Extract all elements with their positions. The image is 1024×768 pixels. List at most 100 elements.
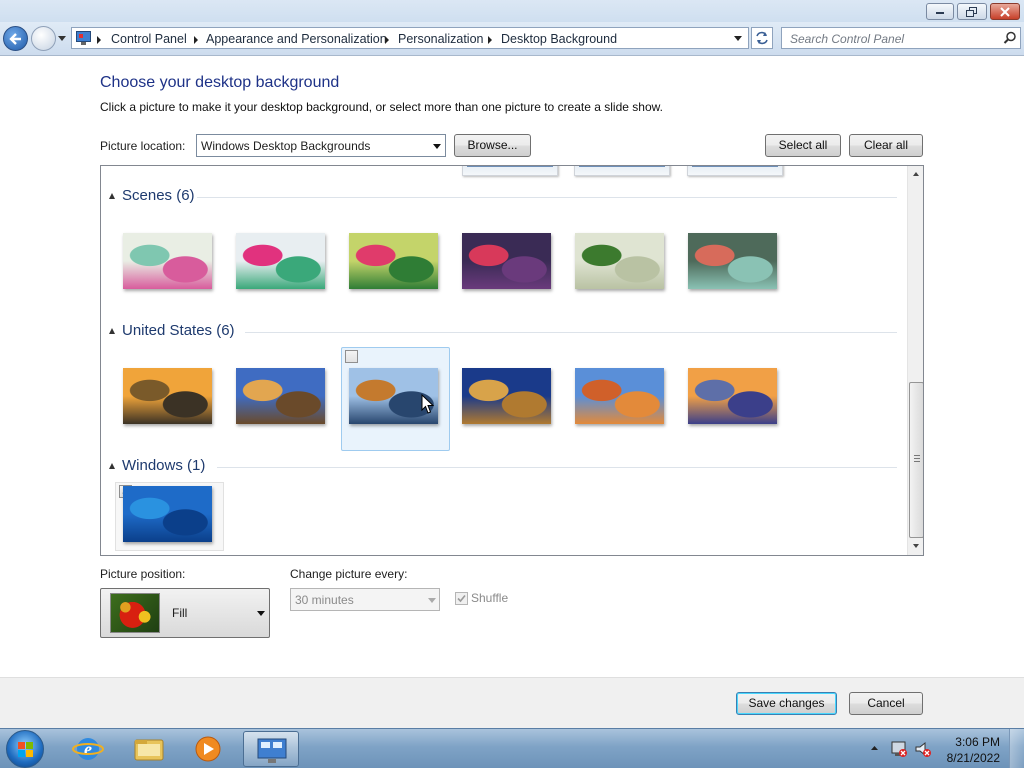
refresh-button[interactable] <box>751 27 773 49</box>
group-divider <box>217 467 897 468</box>
taskbar-media-player[interactable] <box>180 731 236 767</box>
group-title: Scenes (6) <box>122 187 195 204</box>
restore-icon <box>966 7 977 17</box>
taskbar: e 3:06 PM 8/21/2022 <box>0 728 1024 768</box>
windows-explorer-icon <box>134 739 164 761</box>
clock-time[interactable]: 3:06 PM <box>955 734 1000 750</box>
scroll-up-arrow-icon[interactable] <box>913 172 919 176</box>
group-header-united-states[interactable]: United States (6) <box>109 322 899 342</box>
cancel-button[interactable]: Cancel <box>849 692 923 715</box>
restore-button[interactable] <box>957 3 987 20</box>
back-button[interactable] <box>3 26 28 51</box>
search-icon[interactable] <box>1003 31 1017 45</box>
save-changes-button[interactable]: Save changes <box>736 692 837 715</box>
thumbnail-scene-4[interactable] <box>462 233 551 289</box>
breadcrumb-separator <box>488 36 492 44</box>
breadcrumb-control-panel[interactable]: Control Panel <box>111 32 187 46</box>
picture-location-select[interactable]: Windows Desktop Backgrounds <box>196 134 446 157</box>
taskbar-control-panel[interactable] <box>243 731 299 767</box>
show-desktop-button[interactable] <box>1009 729 1024 768</box>
position-preview-image <box>110 593 160 633</box>
recent-pages-dropdown[interactable] <box>58 36 66 41</box>
change-interval-select[interactable]: 30 minutes <box>290 588 440 611</box>
dialog-footer: Save changes Cancel <box>0 677 1024 728</box>
partial-thumbnail[interactable] <box>687 166 783 176</box>
close-button[interactable] <box>990 3 1020 20</box>
scrollbar-thumb[interactable] <box>909 382 923 538</box>
taskbar-windows-explorer[interactable] <box>121 731 177 767</box>
thumbnail-us-2[interactable] <box>236 368 325 424</box>
collapse-triangle-icon[interactable] <box>109 328 115 334</box>
picture-position-label: Picture position: <box>100 567 186 581</box>
breadcrumb-separator <box>194 36 198 44</box>
chevron-down-icon <box>428 598 436 603</box>
thumbnail-us-5[interactable] <box>575 368 664 424</box>
thumbnail-us-4[interactable] <box>462 368 551 424</box>
picture-position-select[interactable]: Fill <box>100 588 270 638</box>
group-header-windows[interactable]: Windows (1) <box>109 457 899 477</box>
scrollbar-grip-icon <box>914 455 920 462</box>
collapse-triangle-icon[interactable] <box>109 463 115 469</box>
start-button[interactable] <box>6 730 44 768</box>
control-panel-icon <box>76 31 91 45</box>
media-player-icon <box>195 736 221 762</box>
group-divider <box>197 197 897 198</box>
picture-location-label: Picture location: <box>100 139 186 153</box>
breadcrumb-separator <box>385 36 389 44</box>
breadcrumb-separator <box>97 36 101 44</box>
show-hidden-icons-arrow-icon[interactable] <box>870 744 879 752</box>
change-interval-value: 30 minutes <box>295 593 354 607</box>
svg-text:e: e <box>84 739 92 759</box>
picture-location-value: Windows Desktop Backgrounds <box>201 139 371 153</box>
title-bar <box>0 0 1024 22</box>
thumbnail-scene-5[interactable] <box>575 233 664 289</box>
forward-button[interactable] <box>31 26 56 51</box>
thumbnail-windows-1[interactable] <box>123 486 212 542</box>
mouse-cursor-icon <box>421 394 435 414</box>
search-placeholder: Search Control Panel <box>790 32 905 46</box>
control-panel-icon <box>257 738 287 763</box>
refresh-icon <box>756 31 768 45</box>
breadcrumb-appearance[interactable]: Appearance and Personalization <box>206 32 387 46</box>
back-arrow-icon <box>9 33 21 45</box>
thumbnail-scene-1[interactable] <box>123 233 212 289</box>
clear-all-button[interactable]: Clear all <box>849 134 923 157</box>
minimize-button[interactable] <box>926 3 954 20</box>
vertical-scrollbar[interactable] <box>907 166 923 555</box>
thumbnail-scene-3[interactable] <box>349 233 438 289</box>
picture-checkbox[interactable] <box>345 350 358 363</box>
thumbnail-scene-2[interactable] <box>236 233 325 289</box>
breadcrumb-personalization[interactable]: Personalization <box>398 32 483 46</box>
scroll-down-arrow-icon[interactable] <box>913 544 919 548</box>
select-all-button[interactable]: Select all <box>765 134 841 157</box>
clock-date[interactable]: 8/21/2022 <box>947 750 1000 766</box>
volume-muted-icon[interactable] <box>914 740 932 758</box>
thumbnail-scene-6[interactable] <box>688 233 777 289</box>
windows-logo-icon <box>18 742 33 757</box>
shuffle-checkbox[interactable] <box>455 592 468 605</box>
breadcrumb-desktop-background[interactable]: Desktop Background <box>501 32 617 46</box>
collapse-triangle-icon[interactable] <box>109 193 115 199</box>
navigation-bar: Control Panel Appearance and Personaliza… <box>0 22 1024 56</box>
search-input[interactable]: Search Control Panel <box>781 27 1021 49</box>
thumbnail-us-6[interactable] <box>688 368 777 424</box>
checkmark-icon <box>457 594 466 603</box>
page-title: Choose your desktop background <box>100 74 340 91</box>
internet-explorer-icon: e <box>72 738 104 760</box>
browse-button[interactable]: Browse... <box>454 134 531 157</box>
chevron-down-icon <box>257 611 265 616</box>
shuffle-label: Shuffle <box>471 591 509 605</box>
partial-thumbnail[interactable] <box>462 166 558 176</box>
network-warning-icon[interactable] <box>890 740 908 758</box>
taskbar-internet-explorer[interactable]: e <box>60 731 116 767</box>
group-title: United States (6) <box>122 322 235 339</box>
picture-list[interactable]: Scenes (6) United States (6) Windows (1) <box>100 165 924 556</box>
thumbnail-us-1[interactable] <box>123 368 212 424</box>
partial-thumbnail[interactable] <box>574 166 670 176</box>
group-title: Windows (1) <box>122 457 206 474</box>
group-header-scenes[interactable]: Scenes (6) <box>109 187 899 207</box>
address-bar[interactable]: Control Panel Appearance and Personaliza… <box>71 27 749 49</box>
group-divider <box>245 332 897 333</box>
close-icon <box>1000 7 1010 17</box>
address-dropdown-arrow[interactable] <box>734 36 742 41</box>
